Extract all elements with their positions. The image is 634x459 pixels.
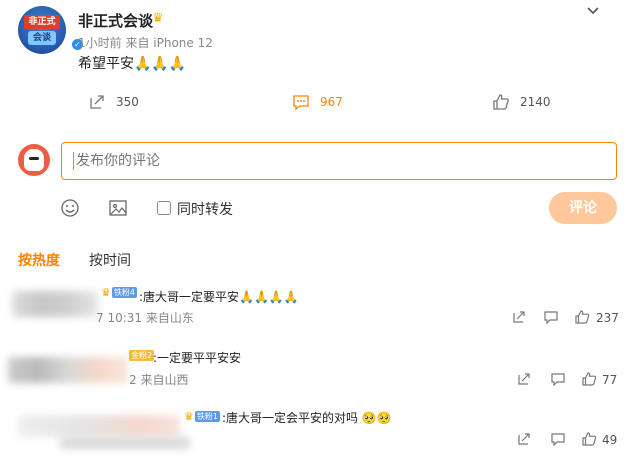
repost-icon[interactable]: [516, 371, 532, 387]
repost-icon: [90, 95, 104, 109]
submit-comment-button[interactable]: 评论: [549, 192, 617, 224]
comment-composer: [0, 140, 634, 182]
blurred-avatar: [8, 357, 128, 383]
comment-input[interactable]: [61, 142, 617, 180]
comment-meta: 7 10:31 来自山东: [96, 311, 194, 325]
comment-item: 金粉2 :一定要平平安安 2 来自山西 77: [0, 345, 634, 395]
repost-button[interactable]: 350: [88, 90, 139, 114]
like-count: 2140: [520, 95, 551, 109]
badge-label: 铁粉4: [111, 287, 137, 298]
tab-sort-hot[interactable]: 按热度: [18, 250, 60, 270]
comment-item: ♛ 铁粉1 :唐大哥一定会平安的对吗 🥺🥺 49: [0, 405, 634, 455]
blurred-avatar: [18, 415, 180, 437]
chevron-down-icon[interactable]: [586, 4, 600, 18]
post-text: 希望平安🙏🙏🙏: [78, 56, 187, 72]
comment-text: :一定要平平安安: [153, 351, 242, 365]
text-caret: [73, 152, 74, 170]
tab-sort-time[interactable]: 按时间: [89, 250, 131, 270]
post-source: 来自 iPhone 12: [125, 36, 213, 50]
badge-label: 铁粉1: [194, 411, 220, 422]
blurred-meta: [60, 437, 190, 449]
comment-text: :唐大哥一定要平安🙏🙏🙏🙏: [139, 290, 299, 304]
badge-crown-icon: ♛: [184, 410, 194, 423]
thumbs-up-icon[interactable]: [581, 431, 597, 447]
reply-icon[interactable]: [550, 431, 566, 447]
author-avatar[interactable]: 非正式 会谈: [18, 6, 66, 54]
avatar-top-text: 非正式: [24, 15, 60, 29]
like-button[interactable]: 2140: [492, 90, 551, 114]
fan-badge: 金粉2: [128, 350, 155, 361]
forward-checkbox[interactable]: [157, 201, 171, 215]
sort-tabs: 按热度 按时间: [0, 250, 634, 272]
badge-crown-icon: ♛: [101, 286, 111, 299]
comment-meta: 2 来自山西: [129, 373, 189, 387]
post-meta: 1小时前 来自 iPhone 12: [78, 34, 213, 51]
fan-badge: ♛ 铁粉4: [101, 286, 137, 299]
reply-icon[interactable]: [543, 309, 559, 325]
composer-toolbar: 同时转发 评论: [0, 192, 634, 224]
repost-count: 350: [116, 95, 139, 109]
thumbs-up-icon[interactable]: [574, 309, 590, 325]
post-actions: 350 967 2140: [0, 90, 634, 114]
blurred-avatar: [12, 291, 98, 317]
comment-count: 967: [320, 95, 343, 109]
repost-icon[interactable]: [511, 309, 527, 325]
post-time[interactable]: 1小时前: [78, 36, 122, 50]
reply-icon[interactable]: [550, 371, 566, 387]
avatar-bottom-text: 会谈: [28, 31, 56, 45]
emoji-icon[interactable]: [60, 198, 80, 218]
comment-item: ♛ 铁粉4 :唐大哥一定要平安🙏🙏🙏🙏 7 10:31 来自山东 237: [0, 283, 634, 333]
thumbs-up-icon: [493, 94, 509, 110]
comment-text: :唐大哥一定会平安的对吗 🥺🥺: [222, 411, 392, 425]
crown-icon: ♛: [152, 11, 164, 26]
author-name[interactable]: 非正式会谈: [78, 10, 153, 31]
comment-like-count: 49: [602, 433, 618, 447]
lucky-cat-icon: [24, 149, 44, 171]
forward-label[interactable]: 同时转发: [177, 199, 233, 219]
comment-button[interactable]: 967: [292, 90, 343, 114]
thumbs-up-icon[interactable]: [581, 371, 597, 387]
post-header: 非正式 会谈 ✓ 非正式会谈 ♛ 1小时前 来自 iPhone 12: [18, 6, 618, 54]
fan-badge: ♛ 铁粉1: [184, 410, 220, 423]
repost-icon[interactable]: [516, 431, 532, 447]
image-icon[interactable]: [108, 198, 128, 218]
my-avatar[interactable]: [18, 144, 50, 176]
badge-label: 金粉2: [129, 350, 155, 361]
comment-icon: [293, 95, 309, 111]
comment-like-count: 237: [596, 311, 619, 325]
comment-like-count: 77: [602, 373, 618, 387]
